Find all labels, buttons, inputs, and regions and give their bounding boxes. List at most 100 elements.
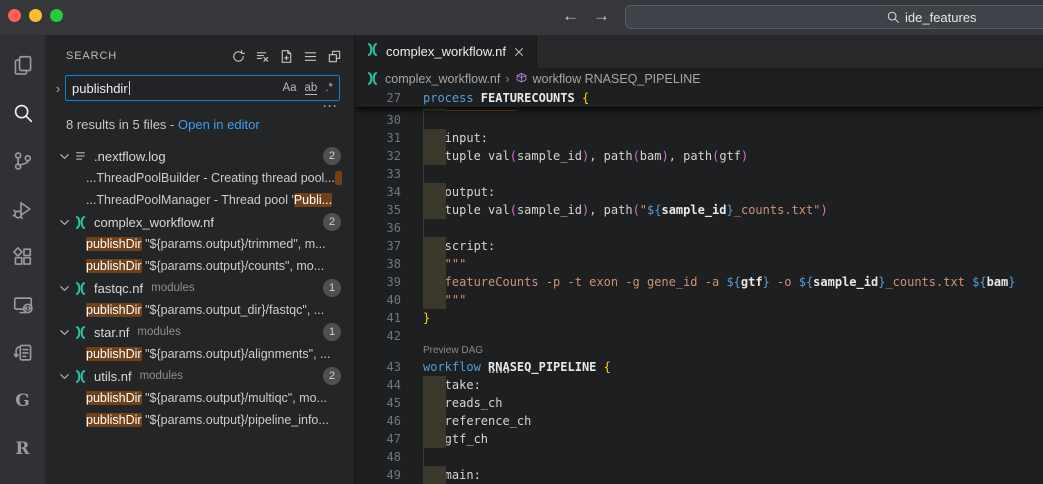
code-area[interactable]: 27process FEATURECOUNTS { publishDir "${… bbox=[355, 89, 1043, 484]
view-as-list-icon[interactable] bbox=[303, 49, 318, 64]
chevron-down-icon[interactable] bbox=[57, 369, 73, 384]
open-in-editor-link[interactable]: Open in editor bbox=[178, 117, 260, 132]
search-match-row[interactable]: publishDir "${params.output}/trimmed", m… bbox=[45, 233, 354, 255]
search-input[interactable]: publishdir Aa ab .* bbox=[65, 75, 340, 101]
search-match-row[interactable]: ...ThreadPoolManager - Thread pool 'Publ… bbox=[45, 189, 354, 211]
search-result-file-row[interactable]: complex_workflow.nf2 bbox=[45, 211, 354, 233]
search-match-row[interactable]: publishDir "${params.output}/alignments"… bbox=[45, 343, 354, 365]
close-tab-icon[interactable] bbox=[512, 45, 526, 59]
chevron-down-icon[interactable] bbox=[57, 149, 73, 164]
line-number[interactable]: 46 bbox=[355, 412, 401, 430]
back-button[interactable]: ← bbox=[562, 6, 579, 26]
activity-extensions-icon[interactable] bbox=[0, 233, 45, 281]
activity-bar: GR bbox=[0, 35, 45, 484]
nextflow-file-icon bbox=[365, 71, 380, 86]
command-center[interactable]: ide_features bbox=[625, 5, 1043, 29]
vscode-window: ← → ide_features GR SEARCH bbox=[0, 0, 1043, 484]
chevron-down-icon[interactable] bbox=[57, 281, 73, 296]
search-sidebar: SEARCH › publishdir Aa ab .* bbox=[45, 35, 355, 484]
code-line: 35 tuple val(sample_id), path("${sample_… bbox=[355, 201, 1043, 219]
code-line: 42 bbox=[355, 327, 1043, 345]
line-number[interactable]: 41 bbox=[355, 309, 401, 327]
line-number[interactable]: 39 bbox=[355, 273, 401, 291]
match-count-badge: 1 bbox=[323, 323, 341, 341]
whole-word-toggle[interactable]: ab bbox=[305, 82, 318, 95]
search-match-row[interactable]: publishDir "${params.output}/counts", mo… bbox=[45, 255, 354, 277]
toggle-replace-chevron[interactable]: › bbox=[51, 81, 65, 96]
code-line: 40 """ bbox=[355, 291, 1043, 309]
minimize-window-button[interactable] bbox=[29, 9, 42, 22]
match-case-toggle[interactable]: Aa bbox=[282, 82, 296, 95]
code-line: 33 bbox=[355, 165, 1043, 183]
nextflow-file-icon bbox=[73, 369, 91, 384]
open-new-search-editor-icon[interactable] bbox=[279, 49, 294, 64]
toggle-search-details-icon[interactable]: ··· bbox=[323, 99, 338, 113]
search-match-row[interactable]: publishDir "${params.output_dir}/fastqc"… bbox=[45, 299, 354, 321]
code-line: 48 bbox=[355, 448, 1043, 466]
line-number[interactable]: 45 bbox=[355, 394, 401, 412]
symbol-cube-icon bbox=[515, 72, 528, 85]
match-count-badge: 1 bbox=[323, 279, 341, 297]
code-line: 45 reads_ch bbox=[355, 394, 1043, 412]
search-result-file-row[interactable]: .nextflow.log2 bbox=[45, 145, 354, 167]
chevron-down-icon[interactable] bbox=[57, 325, 73, 340]
breadcrumb-symbol[interactable]: workflow RNASEQ_PIPELINE bbox=[533, 72, 701, 86]
code-line: 36 bbox=[355, 219, 1043, 237]
activity-task-explorer-icon[interactable] bbox=[0, 329, 45, 377]
chevron-down-icon[interactable] bbox=[57, 215, 73, 230]
collapse-all-icon[interactable] bbox=[327, 49, 342, 64]
code-line: 31 input: bbox=[355, 129, 1043, 147]
line-number[interactable]: 47 bbox=[355, 430, 401, 448]
code-line: 34 output: bbox=[355, 183, 1043, 201]
line-number[interactable]: 40 bbox=[355, 291, 401, 309]
code-line: 44 take: bbox=[355, 376, 1043, 394]
match-count-badge: 2 bbox=[323, 147, 341, 165]
line-number[interactable]: 31 bbox=[355, 129, 401, 147]
line-number[interactable]: 49 bbox=[355, 466, 401, 484]
search-match-row[interactable]: publishDir "${params.output}/pipeline_in… bbox=[45, 409, 354, 431]
search-match-row[interactable]: ...ThreadPoolBuilder - Creating thread p… bbox=[45, 167, 354, 189]
code-line: 46 reference_ch bbox=[355, 412, 1043, 430]
nextflow-file-icon bbox=[365, 42, 380, 62]
close-window-button[interactable] bbox=[8, 9, 21, 22]
sticky-scroll-line[interactable]: 27process FEATURECOUNTS { bbox=[355, 89, 1043, 108]
activity-source-control-icon[interactable] bbox=[0, 137, 45, 185]
breadcrumb-file[interactable]: complex_workflow.nf bbox=[385, 72, 500, 86]
log-file-icon bbox=[73, 148, 91, 165]
match-count-badge: 2 bbox=[323, 213, 341, 231]
search-result-file-row[interactable]: star.nfmodules1 bbox=[45, 321, 354, 343]
activity-explorer-icon[interactable] bbox=[0, 41, 45, 89]
codelens-preview-dag[interactable]: Preview DAG bbox=[355, 345, 1043, 358]
line-number[interactable]: 48 bbox=[355, 448, 401, 466]
line-number[interactable]: 34 bbox=[355, 183, 401, 201]
activity-r-language-icon[interactable]: R bbox=[0, 425, 45, 473]
line-number[interactable]: 36 bbox=[355, 219, 401, 237]
tab-complex-workflow[interactable]: complex_workflow.nf bbox=[355, 35, 537, 68]
regex-toggle[interactable]: .* bbox=[325, 82, 333, 95]
activity-search-icon[interactable] bbox=[0, 89, 45, 137]
search-result-file-row[interactable]: utils.nfmodules2 bbox=[45, 365, 354, 387]
line-number[interactable]: 44 bbox=[355, 376, 401, 394]
activity-run-and-debug-icon[interactable] bbox=[0, 185, 45, 233]
refresh-icon[interactable] bbox=[231, 49, 246, 64]
code-line: 32 tuple val(sample_id), path(bam), path… bbox=[355, 147, 1043, 165]
search-result-file-row[interactable]: fastqc.nfmodules1 bbox=[45, 277, 354, 299]
breadcrumb-separator: › bbox=[505, 72, 509, 86]
line-number[interactable]: 37 bbox=[355, 237, 401, 255]
line-number[interactable]: 35 bbox=[355, 201, 401, 219]
line-number[interactable]: 32 bbox=[355, 147, 401, 165]
line-number[interactable]: 30 bbox=[355, 111, 401, 129]
line-number[interactable]: 33 bbox=[355, 165, 401, 183]
search-actions bbox=[231, 49, 342, 64]
line-number[interactable]: 43 bbox=[355, 358, 401, 376]
code-line: 38 """ bbox=[355, 255, 1043, 273]
activity-gitlens-icon[interactable]: G bbox=[0, 377, 45, 425]
line-number[interactable]: 27 bbox=[355, 89, 401, 107]
activity-remote-explorer-icon[interactable] bbox=[0, 281, 45, 329]
line-number[interactable]: 38 bbox=[355, 255, 401, 273]
line-number[interactable]: 42 bbox=[355, 327, 401, 345]
clear-search-results-icon[interactable] bbox=[255, 49, 270, 64]
search-match-row[interactable]: publishDir "${params.output}/multiqc", m… bbox=[45, 387, 354, 409]
forward-button[interactable]: → bbox=[593, 6, 610, 26]
zoom-window-button[interactable] bbox=[50, 9, 63, 22]
